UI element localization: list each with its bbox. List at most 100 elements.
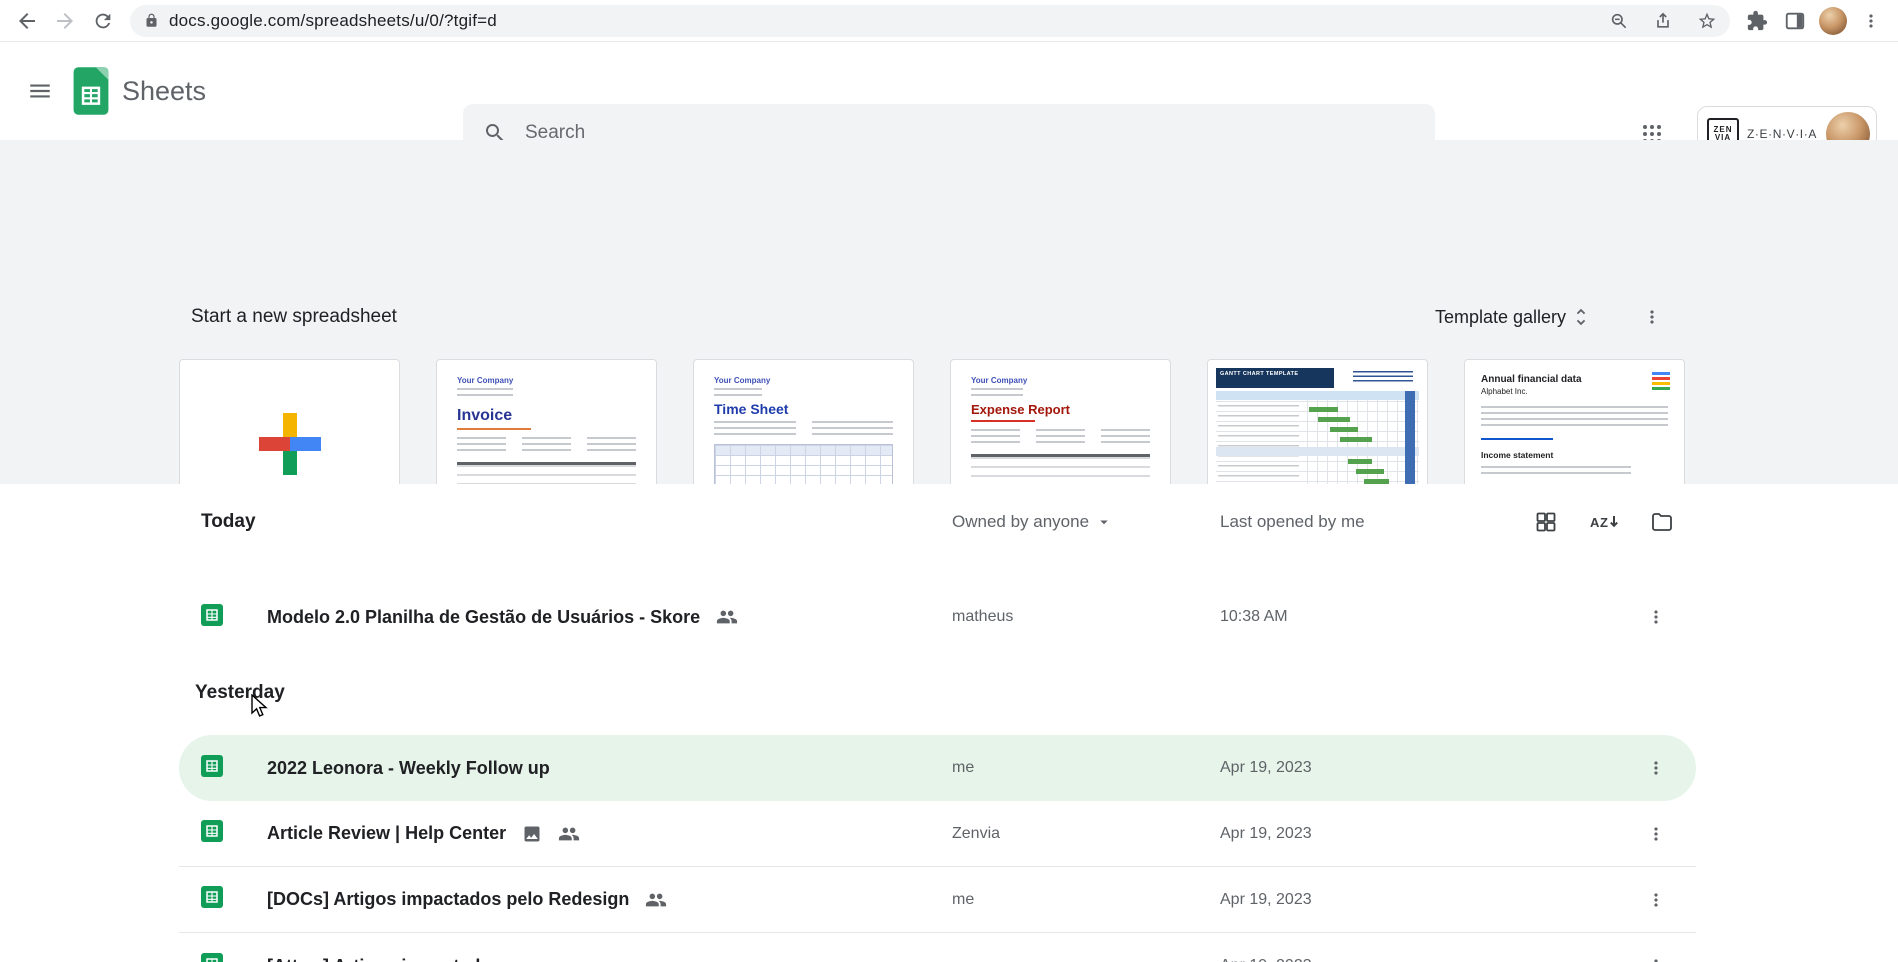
group-label-yesterday: Yesterday (195, 681, 285, 703)
kebab-icon (1654, 959, 1658, 962)
main-menu-icon[interactable] (14, 65, 66, 117)
group-label-today: Today (201, 511, 256, 532)
az-sort-glyph: AZ (1590, 515, 1618, 530)
folder-icon[interactable] (1648, 508, 1676, 536)
caret-down-icon (1100, 520, 1108, 525)
browser-toolbar: docs.google.com/spreadsheets/u/0/?tgif=d (0, 0, 1898, 42)
file-owner: Zenvia (952, 824, 1001, 842)
extensions-icon[interactable] (1740, 4, 1774, 38)
preview-section: Income statement (1481, 450, 1554, 460)
plus-icon (258, 413, 321, 475)
kebab-icon (1654, 892, 1658, 907)
file-row-partial[interactable]: [Atte...] Artigos impactados ... Apr 19,… (179, 933, 1696, 962)
file-row-selected[interactable]: 2022 Leonora - Weekly Follow up me Apr 1… (179, 735, 1696, 801)
template-gallery-button[interactable]: Template gallery (1435, 306, 1592, 328)
file-title: 2022 Leonora - Weekly Follow up (267, 757, 550, 778)
sheets-logo[interactable] (72, 67, 110, 115)
shared-people-icon (717, 610, 738, 624)
side-panel-icon[interactable] (1778, 4, 1812, 38)
preview-subtitle: Alphabet Inc. (1481, 387, 1528, 396)
file-opened: Apr 19, 2023 (1220, 957, 1521, 962)
browser-profile-avatar[interactable] (1816, 4, 1850, 38)
hamburger-icon (30, 84, 50, 98)
grid-view-icon[interactable] (1532, 508, 1560, 536)
shared-people-icon (646, 893, 667, 906)
kebab-icon (1654, 826, 1658, 841)
row-menu-icon[interactable] (1636, 880, 1676, 920)
arrow-right-icon (57, 12, 73, 29)
preview-company: Your Company (457, 376, 514, 385)
unfold-icon (1576, 308, 1586, 326)
svg-text:Z: Z (1600, 515, 1608, 530)
lock-icon (146, 13, 157, 27)
owner-filter-button[interactable]: Owned by anyone (952, 512, 1113, 532)
row-menu-icon[interactable] (1636, 814, 1676, 854)
zoom-icon[interactable] (1602, 4, 1636, 38)
browser-window: docs.google.com/spreadsheets/u/0/?tgif=d (0, 0, 1898, 962)
url-bar[interactable]: docs.google.com/spreadsheets/u/0/?tgif=d (130, 4, 1730, 38)
file-row[interactable]: [DOCs] Artigos impactados pelo Redesign … (179, 867, 1696, 933)
preview-title: Expense Report (971, 402, 1070, 417)
template-section: Start a new spreadsheet Template gallery… (0, 140, 1898, 596)
file-list-header: Today Owned by anyone Last opened by me … (179, 484, 1696, 560)
mini-legend (1652, 372, 1670, 390)
sheets-file-small-icon (201, 952, 223, 962)
sheets-file-small-icon (201, 754, 223, 777)
forward-button[interactable] (48, 4, 82, 38)
kebab-icon (1654, 761, 1658, 775)
row-menu-icon[interactable] (1636, 597, 1676, 637)
kebab-icon (1869, 13, 1873, 28)
sort-az-icon[interactable]: AZ (1590, 508, 1618, 536)
file-opened: Apr 19, 2023 (1220, 824, 1312, 842)
template-section-header: Start a new spreadsheet Template gallery (191, 297, 1672, 337)
file-row[interactable]: Modelo 2.0 Planilha de Gestão de Usuário… (179, 584, 1696, 650)
split-rect-icon (1785, 12, 1805, 29)
app-title[interactable]: Sheets (122, 76, 206, 107)
row-menu-icon[interactable] (1636, 946, 1676, 962)
refresh-icon (95, 13, 111, 28)
file-title: [DOCs] Artigos impactados pelo Redesign (267, 889, 630, 909)
sheets-file-small-icon (201, 886, 223, 908)
share-icon[interactable] (1646, 4, 1680, 38)
file-list: Today Owned by anyone Last opened by me … (179, 484, 1696, 962)
last-opened-header[interactable]: Last opened by me (1220, 512, 1521, 532)
preview-company: Your Company (714, 376, 771, 385)
bookmark-star-icon[interactable] (1690, 4, 1724, 38)
arrow-left-icon (19, 12, 35, 29)
file-owner: matheus (952, 608, 1014, 625)
file-row[interactable]: Article Review | Help Center Zenvia Apr … (179, 801, 1696, 867)
sheets-file-icon (73, 67, 109, 115)
image-icon (524, 826, 540, 841)
back-button[interactable] (10, 4, 44, 38)
file-opened: Apr 19, 2023 (1220, 759, 1312, 776)
reload-button[interactable] (86, 4, 120, 38)
file-title: [Atte...] Artigos impactados ... (267, 956, 521, 962)
template-section-title: Start a new spreadsheet (191, 306, 397, 327)
template-section-menu-icon[interactable] (1632, 297, 1672, 337)
share-arrow-icon (1657, 12, 1669, 28)
grid-view-glyph (1536, 512, 1556, 532)
sheets-file-small-icon (201, 820, 223, 842)
file-title: Modelo 2.0 Planilha de Gestão de Usuário… (267, 606, 701, 627)
magnifier-icon (1611, 13, 1627, 28)
preview-company: Your Company (971, 376, 1028, 385)
row-menu-icon[interactable] (1636, 748, 1676, 788)
owner-filter-label: Owned by anyone (952, 512, 1090, 531)
browser-menu-icon[interactable] (1854, 4, 1888, 38)
puzzle-icon (1747, 10, 1768, 30)
file-owner: me (952, 759, 975, 776)
sheets-file-small-icon (201, 603, 223, 626)
shared-people-icon (559, 827, 580, 840)
file-opened: Apr 19, 2023 (1220, 890, 1312, 908)
preview-title: Time Sheet (714, 401, 789, 417)
kebab-icon (1650, 310, 1654, 324)
file-title: Article Review | Help Center (267, 823, 507, 843)
preview-title: Invoice (457, 407, 513, 424)
file-opened: 10:38 AM (1220, 608, 1288, 625)
url-text: docs.google.com/spreadsheets/u/0/?tgif=d (169, 10, 497, 30)
svg-text:A: A (1590, 515, 1600, 530)
preview-title: Annual financial data (1481, 374, 1582, 385)
star-outline-icon (1698, 12, 1716, 28)
preview-title: GANTT CHART TEMPLATE (1216, 368, 1334, 388)
app-header: Sheets ZEN VIA Z·E·N·V·I·A (0, 42, 1898, 162)
